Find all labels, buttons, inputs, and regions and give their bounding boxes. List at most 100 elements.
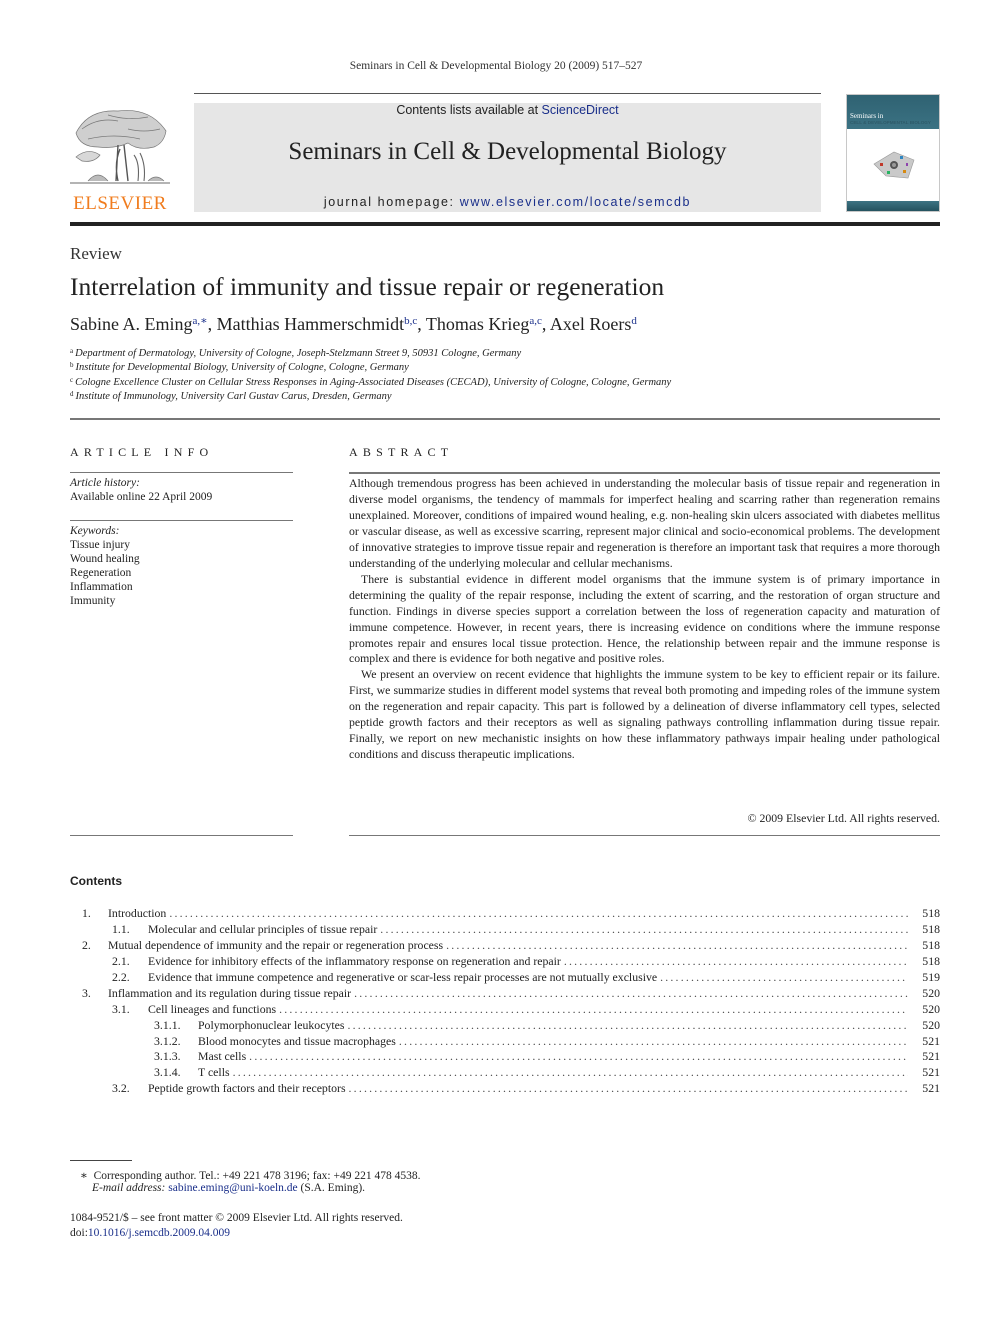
toc-entry-title-wrap: Introduction............................…	[108, 906, 908, 922]
toc-title[interactable]: Peptide growth factors and their recepto…	[148, 1081, 349, 1097]
toc-entry[interactable]: 2.2. Evidence that immune competence and …	[70, 970, 940, 986]
keyword: Tissue injury	[70, 539, 130, 551]
toc-title[interactable]: Molecular and cellular principles of tis…	[148, 922, 380, 938]
email-note: E-mail address: sabine.eming@uni-koeln.d…	[92, 1182, 366, 1194]
toc-title[interactable]: Evidence that immune competence and rege…	[148, 970, 660, 986]
affiliation: c Cologne Excellence Cluster on Cellular …	[70, 376, 672, 388]
footnote-rule	[70, 1160, 132, 1161]
abstract-paragraph: There is substantial evidence in differe…	[349, 571, 940, 666]
toc-page-number: 520	[922, 1017, 940, 1032]
toc-entry[interactable]: 3.2. Peptide growth factors and their rec…	[70, 1081, 940, 1097]
author-list: Sabine A. Eminga,∗, Matthias Hammerschmi…	[70, 314, 637, 334]
email-label: E-mail address:	[92, 1182, 166, 1194]
toc-title[interactable]: Cell lineages and functions	[148, 1002, 279, 1018]
toc-leader-dots: ........................................…	[348, 1081, 908, 1096]
toc-title[interactable]: Blood monocytes and tissue macrophages	[198, 1034, 399, 1050]
affiliation: a Department of Dermatology, University o…	[70, 347, 522, 359]
keyword: Regeneration	[70, 567, 132, 579]
toc-entry-title-wrap: T cells.................................…	[198, 1065, 908, 1081]
abstract-paragraph: Although tremendous progress has been ac…	[349, 476, 940, 570]
toc-leader-dots: ........................................…	[380, 921, 908, 936]
toc-title[interactable]: T cells	[198, 1065, 233, 1081]
author-affiliation-marker[interactable]: b,c	[404, 315, 417, 327]
toc-entry[interactable]: 3.1.4. T cells...........................…	[70, 1065, 940, 1081]
keyword: Immunity	[70, 595, 116, 607]
toc-leader-dots: ........................................…	[660, 969, 908, 984]
doi-line: doi:10.1016/j.semcdb.2009.04.009	[70, 1227, 231, 1239]
article-info-rule	[70, 520, 293, 521]
email-link[interactable]: sabine.eming@uni-koeln.de	[168, 1182, 297, 1194]
toc-leader-dots: ........................................…	[398, 1033, 908, 1048]
keywords-label: Keywords:	[70, 525, 120, 537]
article-info-rule	[70, 472, 293, 473]
article-type: Review	[70, 244, 122, 263]
toc-entry[interactable]: 3. Inflammation and its regulation during…	[70, 986, 940, 1002]
toc-entry[interactable]: 3.1.1. Polymorphonuclear leukocytes......…	[70, 1018, 940, 1034]
cell-illustration-icon	[872, 150, 916, 180]
cover-title: CELL & DEVELOPMENTAL BIOLOGY	[850, 120, 931, 125]
doi-link[interactable]: 10.1016/j.semcdb.2009.04.009	[88, 1227, 230, 1239]
table-of-contents: 1. Introduction..........................…	[70, 906, 940, 1097]
article-history-label: Article history:	[70, 477, 140, 489]
journal-title: Seminars in Cell & Developmental Biology	[288, 138, 727, 165]
toc-entry-title-wrap: Mutual dependence of immunity and the re…	[108, 938, 908, 954]
toc-entry[interactable]: 3.1.2. Blood monocytes and tissue macroph…	[70, 1034, 940, 1050]
article-info-rule	[70, 835, 293, 836]
author-affiliation-marker[interactable]: a,∗	[193, 315, 208, 327]
toc-entry[interactable]: 2.1. Evidence for inhibitory effects of t…	[70, 954, 940, 970]
toc-number: 2.	[82, 937, 91, 952]
toc-page-number: 520	[922, 985, 940, 1000]
homepage-prefix: journal homepage:	[323, 195, 460, 209]
toc-page-number: 518	[922, 921, 940, 936]
abstract-body: Although tremendous progress has been ac…	[349, 476, 940, 763]
toc-number: 3.2.	[112, 1081, 130, 1096]
sciencedirect-link[interactable]: ScienceDirect	[542, 103, 619, 117]
toc-entry[interactable]: 3.1. Cell lineages and functions.........…	[70, 1002, 940, 1018]
homepage-link[interactable]: www.elsevier.com/locate/semcdb	[460, 195, 691, 209]
toc-title[interactable]: Mast cells	[198, 1049, 249, 1065]
toc-leader-dots: ........................................…	[232, 1065, 908, 1080]
masthead-rule	[70, 222, 940, 226]
toc-page-number: 521	[922, 1065, 940, 1080]
contents-heading: Contents	[70, 874, 122, 888]
toc-entry[interactable]: 1. Introduction..........................…	[70, 906, 940, 922]
toc-entry[interactable]: 3.1.3. Mast cells........................…	[70, 1049, 940, 1065]
affiliation: d Institute of Immunology, University Car…	[70, 390, 392, 402]
affiliation: b Institute for Developmental Biology, Un…	[70, 361, 409, 373]
author[interactable]: Thomas Kriega,c	[426, 314, 542, 334]
toc-entry-title-wrap: Blood monocytes and tissue macrophages..…	[198, 1034, 908, 1050]
toc-entry[interactable]: 2. Mutual dependence of immunity and the …	[70, 938, 940, 954]
toc-title[interactable]: Evidence for inhibitory effects of the i…	[148, 954, 564, 970]
toc-number: 3.1.1.	[154, 1017, 181, 1032]
author[interactable]: Axel Roersd	[550, 314, 637, 334]
author-affiliation-marker[interactable]: a,c	[529, 315, 542, 327]
toc-page-number: 518	[922, 937, 940, 952]
keyword: Inflammation	[70, 581, 133, 593]
toc-number: 3.1.2.	[154, 1033, 181, 1048]
toc-entry[interactable]: 1.1. Molecular and cellular principles of…	[70, 922, 940, 938]
corresponding-author-note: ∗ Corresponding author. Tel.: +49 221 47…	[80, 1170, 421, 1182]
toc-number: 3.1.3.	[154, 1049, 181, 1064]
toc-leader-dots: ........................................…	[279, 1001, 908, 1016]
toc-entry-title-wrap: Molecular and cellular principles of tis…	[148, 922, 908, 938]
toc-title[interactable]: Introduction	[108, 906, 169, 922]
toc-title[interactable]: Inflammation and its regulation during t…	[108, 986, 354, 1002]
abstract-paragraph: We present an overview on recent evidenc…	[349, 667, 940, 762]
journal-homepage: journal homepage: www.elsevier.com/locat…	[194, 195, 821, 209]
toc-page-number: 520	[922, 1001, 940, 1016]
toc-number: 3.1.4.	[154, 1065, 181, 1080]
running-head: Seminars in Cell & Developmental Biology…	[349, 60, 643, 72]
toc-title[interactable]: Mutual dependence of immunity and the re…	[108, 938, 446, 954]
toc-page-number: 521	[922, 1033, 940, 1048]
toc-leader-dots: ........................................…	[446, 937, 908, 952]
contents-prefix: Contents lists available at	[396, 103, 542, 117]
author[interactable]: Sabine A. Eminga,∗	[70, 314, 208, 334]
author-affiliation-marker[interactable]: d	[631, 315, 637, 327]
toc-title[interactable]: Polymorphonuclear leukocytes	[198, 1018, 347, 1034]
journal-cover-thumbnail[interactable]: Seminars in CELL & DEVELOPMENTAL BIOLOGY	[846, 94, 940, 212]
cover-footer-band	[847, 201, 939, 211]
toc-page-number: 518	[922, 953, 940, 968]
author[interactable]: Matthias Hammerschmidtb,c	[217, 314, 418, 334]
contents-availability: Contents lists available at ScienceDirec…	[194, 103, 821, 117]
toc-entry-title-wrap: Cell lineages and functions.............…	[148, 1002, 908, 1018]
